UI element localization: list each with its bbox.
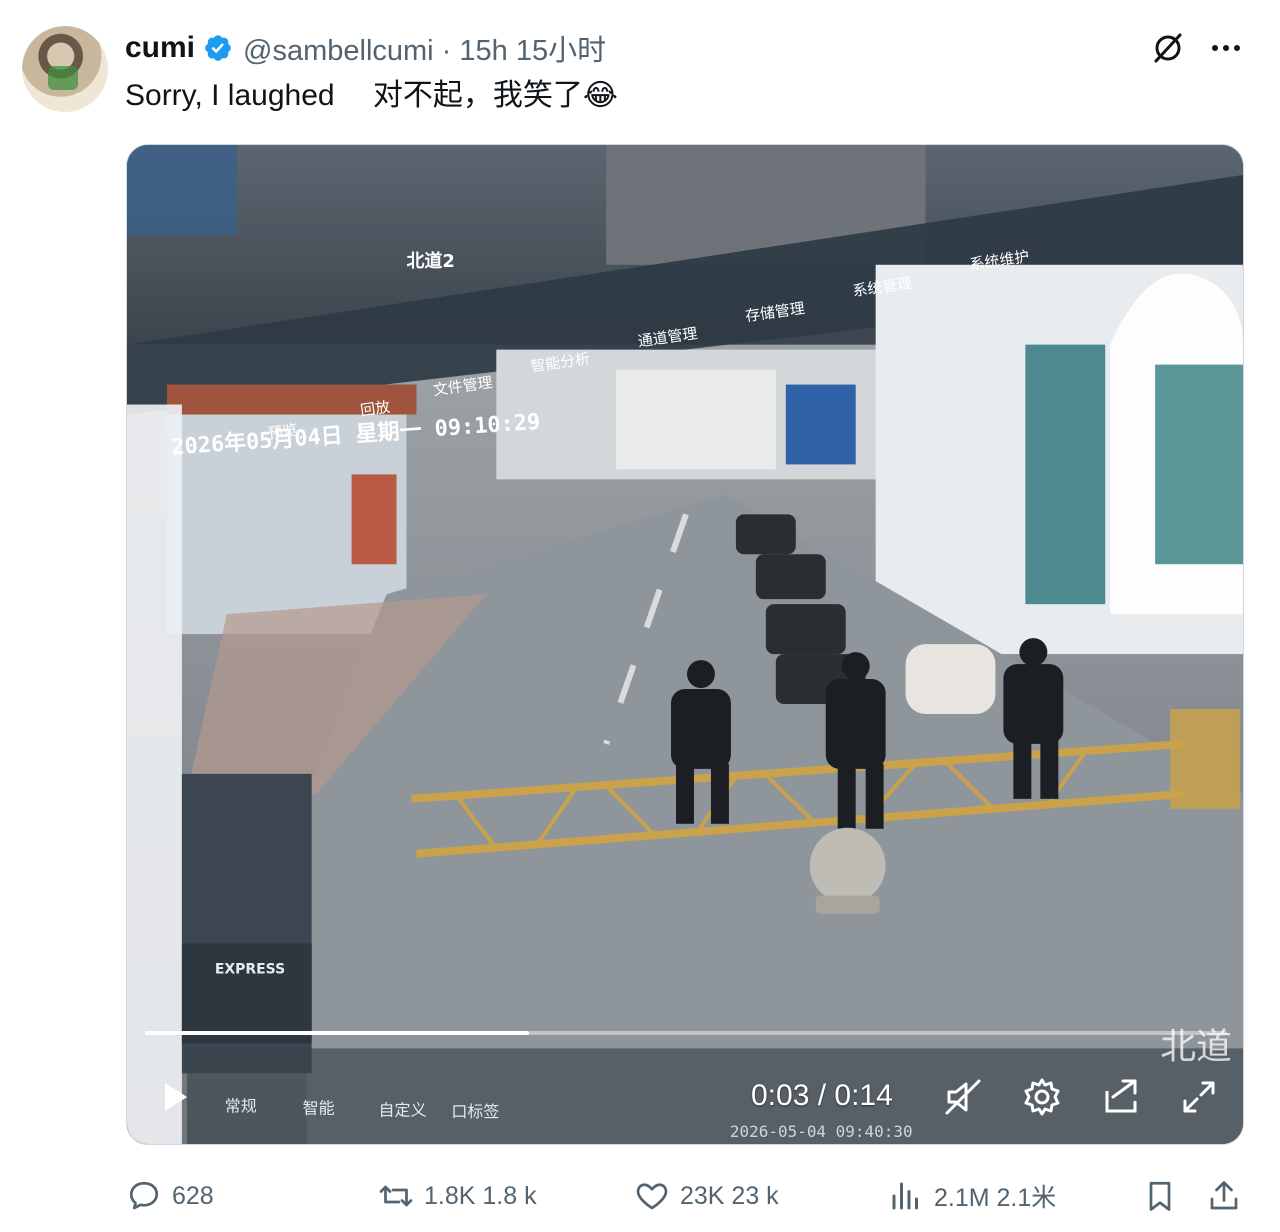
mute-icon[interactable] xyxy=(941,1075,985,1119)
share-icon xyxy=(1210,1181,1238,1210)
settings-gear-icon[interactable] xyxy=(1020,1075,1064,1119)
repost-icon xyxy=(379,1185,413,1207)
author-avatar[interactable] xyxy=(22,26,108,112)
heart-icon xyxy=(636,1183,668,1210)
express-box-label: EXPRESS xyxy=(215,962,285,978)
fullscreen-icon[interactable] xyxy=(1177,1075,1221,1119)
repost-button[interactable]: 1.8K 1.8 k xyxy=(378,1170,537,1222)
grok-icon[interactable] xyxy=(1150,30,1186,66)
video-progress-bar[interactable] xyxy=(145,1031,1227,1035)
tweet-actions: 628 1.8K 1.8 k 23K 23 k 2.1M 2.1米 xyxy=(0,1170,1280,1222)
video-player[interactable]: 北道2 预览 回放 文件管理 智能分析 通道管理 存储管理 系统管理 系统维护 … xyxy=(126,144,1244,1145)
bookmark-icon xyxy=(1149,1181,1171,1211)
view-count: 2.1M 2.1米 xyxy=(934,1184,1057,1212)
tweet-header: cumi @sambellcumi · 15h 15小时 xyxy=(125,28,606,68)
bookmark-button[interactable] xyxy=(1142,1170,1188,1222)
author-handle-and-time[interactable]: @sambellcumi · 15h 15小时 xyxy=(243,27,606,69)
osd-channel-label: 北道2 xyxy=(406,250,454,272)
like-button[interactable]: 23K 23 k xyxy=(634,1170,779,1222)
reply-button[interactable]: 628 xyxy=(126,1170,214,1222)
analytics-icon xyxy=(892,1182,918,1210)
author-display-name[interactable]: cumi xyxy=(125,31,195,65)
video-frame: 北道2 预览 回放 文件管理 智能分析 通道管理 存储管理 系统管理 系统维护 … xyxy=(127,145,1243,1144)
tweet-text: Sorry, I laughed 对不起，我笑了😂 xyxy=(125,79,618,112)
share-button[interactable] xyxy=(1206,1170,1252,1222)
like-count: 23K 23 k xyxy=(680,1181,779,1210)
picture-in-picture-icon[interactable] xyxy=(1099,1075,1143,1119)
verified-badge-icon xyxy=(205,35,231,61)
views-button[interactable]: 2.1M 2.1米 xyxy=(888,1170,1056,1222)
reply-count: 628 xyxy=(172,1181,214,1210)
reply-icon xyxy=(129,1181,159,1210)
video-controls: 0:03 / 0:14 xyxy=(127,1065,1243,1131)
more-options-icon[interactable] xyxy=(1208,30,1244,66)
repost-count: 1.8K 1.8 k xyxy=(424,1181,537,1210)
play-icon[interactable] xyxy=(153,1075,197,1119)
video-time: 0:03 / 0:14 xyxy=(751,1079,893,1112)
video-progress-fill xyxy=(145,1031,530,1035)
